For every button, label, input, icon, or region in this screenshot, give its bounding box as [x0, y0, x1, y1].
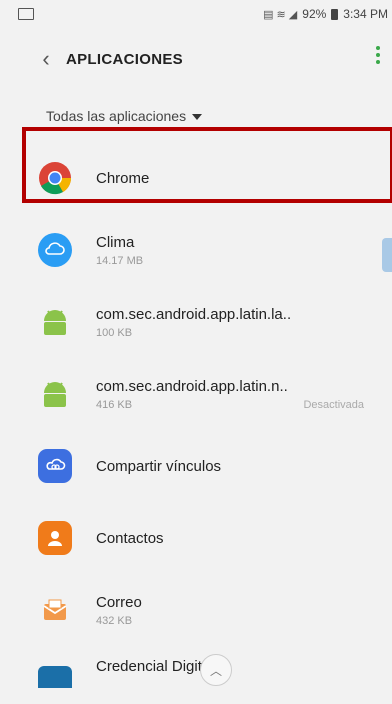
email-icon: [38, 593, 72, 627]
android-icon: [38, 305, 72, 339]
app-size: 14.17 MB: [96, 254, 144, 267]
signal-icon: ▤ ≋ ◢: [263, 8, 298, 21]
clock: 3:34 PM: [343, 7, 388, 21]
app-name: Chrome: [96, 169, 150, 187]
app-name: Correo: [96, 593, 142, 611]
chrome-icon: [38, 161, 72, 195]
page-title: APLICACIONES: [66, 50, 183, 68]
chevron-up-icon: ︿: [209, 663, 222, 678]
screenshot-icon: [18, 8, 34, 20]
battery-percent: 92%: [302, 7, 327, 21]
screen: ▤ ≋ ◢ 92% 3:34 PM ‹ APLICACIONES Todas l…: [14, 0, 392, 704]
list-item-compartir[interactable]: Compartir vínculos: [14, 430, 392, 502]
app-name: com.sec.android.app.latin.la..: [96, 305, 292, 323]
app-name: Compartir vínculos: [96, 457, 222, 475]
scrollbar-handle[interactable]: [382, 238, 392, 272]
list-item-contactos[interactable]: Contactos: [14, 502, 392, 574]
app-list: Chrome Clima 14.17 MB com.sec.android.ap…: [14, 142, 392, 692]
filter-label: Todas las aplicaciones: [46, 108, 187, 124]
list-item-correo[interactable]: Correo 432 KB: [14, 574, 392, 646]
list-item-latin-la[interactable]: com.sec.android.app.latin.la.. 100 KB: [14, 286, 392, 358]
app-name: Clima: [96, 233, 135, 251]
share-link-icon: [38, 449, 72, 483]
app-size: 416 KB: [96, 398, 133, 411]
caret-down-icon: [192, 114, 203, 120]
status-badge: Desactivada: [303, 398, 364, 411]
filter-dropdown[interactable]: Todas las aplicaciones: [14, 90, 392, 142]
status-bar: ▤ ≋ ◢ 92% 3:34 PM: [14, 0, 392, 28]
list-item-clima[interactable]: Clima 14.17 MB: [14, 214, 392, 286]
chevron-left-icon[interactable]: ‹: [28, 46, 64, 72]
app-size: 100 KB: [96, 326, 133, 339]
app-size: 432 KB: [96, 614, 133, 627]
scroll-to-top-button[interactable]: ︿: [200, 654, 232, 686]
more-vertical-icon[interactable]: [372, 46, 384, 64]
list-item-latin-n[interactable]: com.sec.android.app.latin.n.. 416 KB Desa…: [14, 358, 392, 430]
app-name: Credencial Digital: [96, 658, 214, 675]
app-bar: ‹ APLICACIONES: [14, 28, 392, 90]
contacts-icon: [38, 521, 72, 555]
battery-icon: [331, 8, 339, 20]
app-name: Contactos: [96, 529, 164, 547]
list-item-chrome[interactable]: Chrome: [14, 142, 392, 214]
app-name: com.sec.android.app.latin.n..: [96, 377, 288, 395]
credential-icon: [38, 666, 72, 688]
android-icon: [38, 377, 72, 411]
status-right: ▤ ≋ ◢ 92% 3:34 PM: [263, 7, 388, 21]
weather-icon: [38, 233, 72, 267]
